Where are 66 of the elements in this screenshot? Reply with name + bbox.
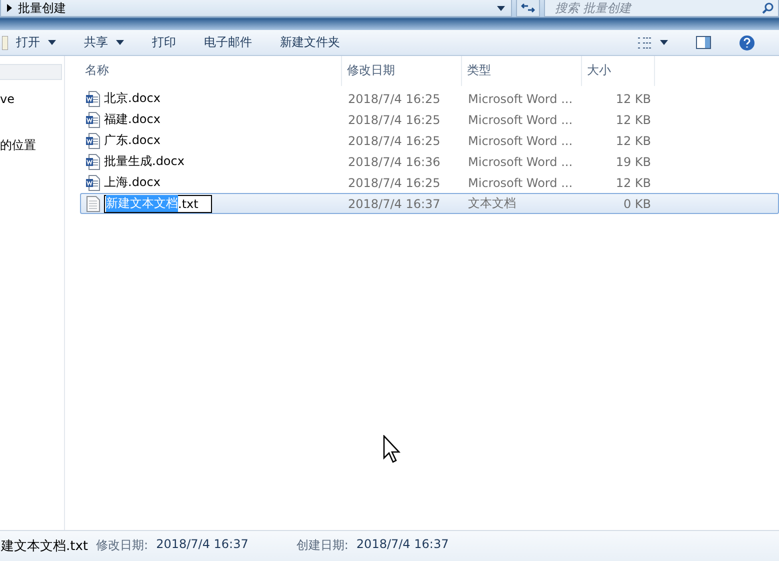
detail-label: 修改日期: [96,537,148,554]
refresh-button[interactable] [516,0,540,17]
column-header[interactable]: 大小 [582,56,655,86]
date-cell-text: 2018/7/4 16:37 [347,196,442,210]
date-cell-text: 2018/7/4 16:25 [347,176,442,190]
type-cell-text: Microsoft Word ... [467,92,574,106]
caret-icon [497,6,505,10]
refresh-arrows-icon [521,2,535,14]
type-cell-text: Microsoft Word ... [467,112,574,126]
file-name: 广东.docx [104,132,160,149]
list-view-icon [638,36,652,48]
word-document-icon [86,154,100,170]
word-document-icon [86,112,100,128]
size-cell-text: 19 KB [614,154,652,168]
mouse-cursor-icon [383,435,401,463]
sidebar-scroll-area [0,64,62,80]
file-name: 上海.docx [104,174,160,191]
toolbar-button[interactable]: 打印 [138,30,190,54]
date-cell-text: 2018/7/4 16:36 [347,154,442,168]
column-header[interactable]: 修改日期 [342,56,462,86]
rename-field[interactable]: 新建文本文档.txt [104,194,212,212]
word-document-icon [86,174,100,190]
address-path: 批量创建 [18,0,66,16]
size-cell-text: 12 KB [614,112,652,126]
date-cell-text: 2018/7/4 16:25 [347,134,442,148]
file-row[interactable]: 上海.docx 2018/7/4 16:25 Microsoft Word ... 12 KB [80,172,779,193]
file-name: 北京.docx [104,90,160,107]
word-document-icon [86,132,100,148]
toolbar-button[interactable]: 共享 [70,30,138,54]
column-header[interactable]: 名称 [80,56,342,86]
date-cell-text: 2018/7/4 16:25 [347,92,442,106]
caret-icon [660,40,668,45]
chevron-icon [7,4,12,12]
column-header[interactable]: 类型 [462,56,582,86]
file-row[interactable]: 广东.docx 2018/7/4 16:25 Microsoft Word ... 12 KB [80,130,779,151]
file-row[interactable]: 北京.docx 2018/7/4 16:25 Microsoft Word ... 12 KB [80,88,779,109]
type-cell-text: Microsoft Word ... [467,154,574,168]
help-icon [739,34,755,50]
detail-value: 2018/7/4 16:37 [156,537,248,551]
file-row[interactable]: 福建.docx 2018/7/4 16:25 Microsoft Word ... 12 KB [80,109,779,130]
toolbar-button[interactable]: 打开 [0,30,70,54]
type-cell-text: Microsoft Word ... [467,176,574,190]
type-cell-text: 文本文档 [467,195,517,212]
toolbar-button[interactable]: 电子邮件 [190,30,266,54]
sidebar-item[interactable]: 的位置 [0,106,64,154]
file-row[interactable]: 新建文本文档.txt 2018/7/4 16:37 文本文档 0 KB [80,193,779,214]
date-cell-text: 2018/7/4 16:25 [347,112,442,126]
type-cell-text: Microsoft Word ... [467,134,574,148]
pane-icon [696,36,711,49]
detail-value: 2018/7/4 16:37 [356,537,449,551]
word-document-icon [86,90,100,106]
size-cell-text: 12 KB [614,92,652,106]
document-icon [2,36,8,50]
detail-label: 创建日期: [296,537,348,554]
file-row[interactable]: 批量生成.docx 2018/7/4 16:36 Microsoft Word ... 19 KB [80,151,779,172]
text-document-icon [86,196,100,212]
size-cell-text: 12 KB [614,134,652,148]
size-cell-text: 0 KB [622,196,652,210]
file-name: 建文本文档.txt [1,538,88,555]
sidebar-item[interactable]: ve [0,80,64,106]
size-cell-text: 12 KB [614,176,652,190]
file-name: 福建.docx [104,111,160,128]
search-icon [762,2,774,14]
address-bar[interactable]: 批量创建 [0,0,512,17]
file-name: 批量生成.docx [104,153,184,170]
toolbar-button[interactable]: 新建文件夹 [266,30,354,54]
